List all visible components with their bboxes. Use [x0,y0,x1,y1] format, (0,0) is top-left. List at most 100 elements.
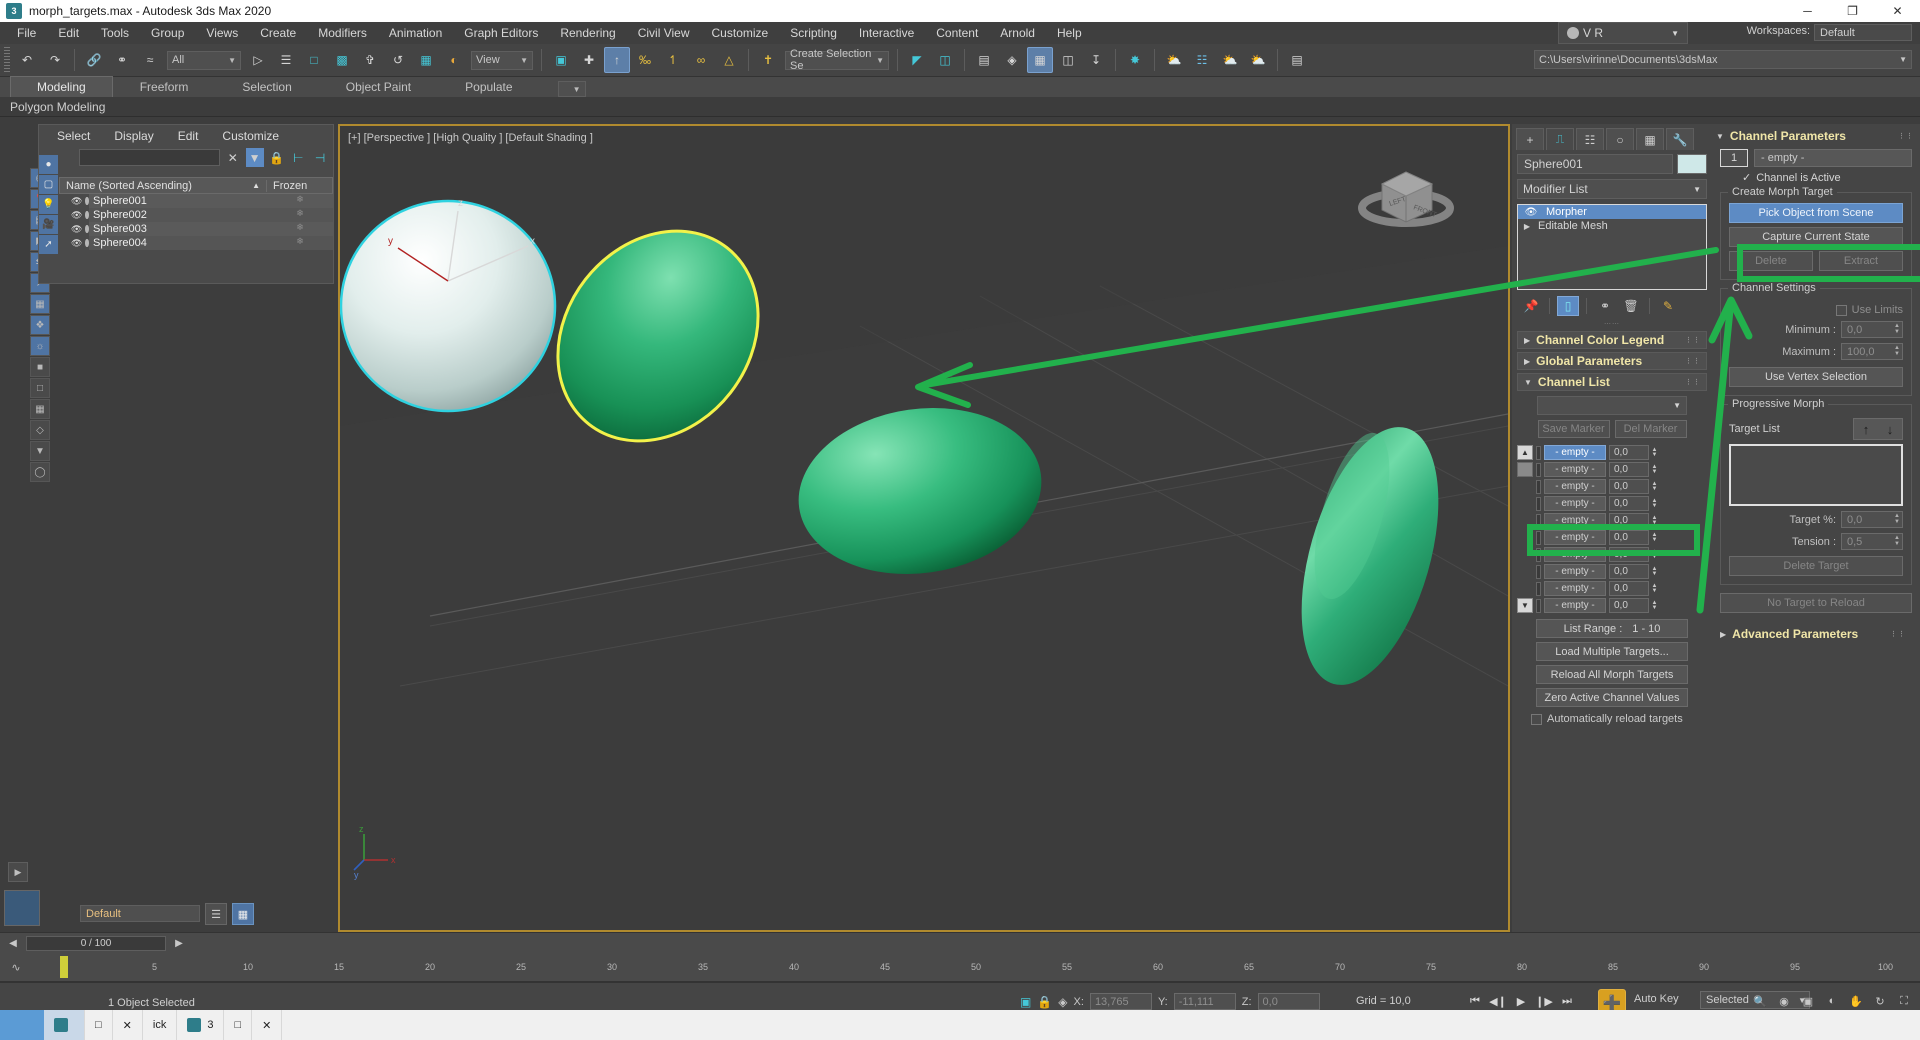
move-target-down-icon[interactable]: ↓ [1878,419,1902,439]
visibility-eye-icon[interactable]: 👁 [71,224,82,235]
filter-lights-icon[interactable]: 💡 [39,195,58,214]
object-name[interactable]: Sphere004 [89,236,267,250]
tab-modeling[interactable]: Modeling [10,76,113,97]
channel-row[interactable]: - empty - 0,0 ▲▼ [1517,478,1707,495]
auto-reload-row[interactable]: Automatically reload targets [1531,713,1707,725]
pan-view-icon[interactable]: ✋ [1846,991,1866,1011]
scroll-down-icon[interactable]: ▼ [1517,598,1533,613]
curve-editor-icon[interactable]: ◈ [999,47,1025,73]
menu-customize[interactable]: Customize [701,23,780,43]
tension-spinner[interactable]: ▲▼ [1894,535,1900,547]
tension-field[interactable]: 0,5 ▲▼ [1841,533,1903,550]
time-prev-icon[interactable]: ◀ [4,935,22,953]
object-name[interactable]: Sphere002 [89,208,267,222]
explorer-menu-select[interactable]: Select [57,129,90,143]
zero-active-channel-values-button[interactable]: Zero Active Channel Values [1536,688,1688,707]
frozen-icon[interactable]: ❄ [267,194,333,208]
go-to-end-icon[interactable]: ⏭ [1557,992,1577,1010]
channel-value[interactable]: 0,0 [1609,598,1649,613]
taskbar-item-restore[interactable]: □ [85,1010,113,1040]
maximum-field[interactable]: 100,0 ▲▼ [1841,343,1903,360]
expand-triangle-icon[interactable]: ▶ [1518,222,1536,231]
tab-motion[interactable]: ○ [1606,128,1634,150]
column-header-frozen[interactable]: Frozen [266,180,332,192]
table-row[interactable]: 👁 Sphere003 ❄ [59,222,333,236]
channel-row[interactable]: - empty - 0,0 ▲▼ [1517,461,1707,478]
render-setup-icon[interactable]: ☷ [1189,47,1215,73]
tab-utilities[interactable]: 🔧 [1666,128,1694,150]
minimum-field[interactable]: 0,0 ▲▼ [1841,321,1903,338]
channel-value[interactable]: 0,0 [1609,513,1649,528]
placement-tool-icon[interactable]: ◐ [441,47,467,73]
scroll-up-icon[interactable]: ▲ [1517,445,1533,460]
table-row[interactable]: 👁 Sphere004 ❄ [59,236,333,250]
layer-list-icon[interactable]: ☰ [205,903,227,925]
tool-snapshot-icon[interactable]: ❖ [30,315,50,335]
menu-content[interactable]: Content [925,23,989,43]
project-path-field[interactable]: C:\Users\virinne\Documents\3dsMax ▼ [1534,50,1912,69]
modifier-stack[interactable]: 👁 Morpher ▶ Editable Mesh [1517,204,1707,290]
panel-drag-handle[interactable]: ⋯⋯ [1512,320,1712,328]
channel-name[interactable]: - empty - [1544,513,1606,528]
target-pct-spinner[interactable]: ▲▼ [1894,513,1900,525]
lock-icon[interactable]: 🔒 [268,148,286,167]
modifier-stack-item-morpher[interactable]: 👁 Morpher [1518,205,1706,219]
channel-spinner[interactable]: ▲▼ [1650,564,1659,579]
menu-file[interactable]: File [6,23,47,43]
channel-row[interactable]: ▼ - empty - 0,0 ▲▼ [1517,597,1707,614]
configure-modifier-sets-icon[interactable]: ✎ [1657,296,1679,316]
object-name[interactable]: Sphere001 [89,194,267,208]
clear-search-icon[interactable]: ✕ [224,148,242,167]
channel-value[interactable]: 0,0 [1609,496,1649,511]
angle-snap-icon[interactable]: ↑ [604,47,630,73]
rollout-channel-color-legend[interactable]: ▶ Channel Color Legend ⋮⋮ [1517,331,1707,349]
explorer-menu-customize[interactable]: Customize [222,129,279,143]
selection-lock-target-icon[interactable]: ▣ [1020,995,1031,1009]
play-animation-icon[interactable]: ▶ [1511,992,1531,1010]
rollout-global-parameters[interactable]: ▶ Global Parameters ⋮⋮ [1517,352,1707,370]
frozen-icon[interactable]: ❄ [267,236,333,250]
close-button[interactable]: ✕ [1875,0,1920,22]
show-end-result-icon[interactable]: ▯ [1557,296,1579,316]
modifier-stack-item-editable-mesh[interactable]: ▶ Editable Mesh [1518,219,1706,233]
ribbon-options-combo[interactable]: ▼ [558,81,586,97]
material-name-combo[interactable]: Default [80,905,200,922]
channel-row[interactable]: - empty - 0,0 ▲▼ [1517,546,1707,563]
mirror-icon[interactable]: △ [716,47,742,73]
channel-spinner[interactable]: ▲▼ [1650,445,1659,460]
make-unique-icon[interactable]: ⚭ [1594,296,1616,316]
channel-name[interactable]: - empty - [1544,479,1606,494]
tool-grid-icon[interactable]: ▦ [30,294,50,314]
window-crossing-icon[interactable]: ▩ [329,47,355,73]
channel-index-field[interactable]: 1 [1720,149,1748,167]
menu-views[interactable]: Views [195,23,249,43]
minimum-spinner[interactable]: ▲▼ [1894,323,1900,335]
menu-help[interactable]: Help [1046,23,1093,43]
user-account-chip[interactable]: V R ▼ [1558,22,1688,44]
channel-active-row[interactable]: ✓ Channel is Active [1742,171,1912,184]
maximize-button[interactable]: ❐ [1830,0,1875,22]
tool-shape-icon[interactable]: ◯ [30,462,50,482]
channel-row[interactable]: - empty - 0,0 ▲▼ [1517,580,1707,597]
channel-spinner[interactable]: ▲▼ [1650,598,1659,613]
progressive-target-list[interactable] [1729,444,1903,506]
tab-freeform[interactable]: Freeform [113,76,216,97]
table-row[interactable]: 👁 Sphere001 ❄ [59,194,333,208]
zoom-all-icon[interactable]: ◉ [1774,991,1794,1011]
rollout-channel-list[interactable]: ▼ Channel List ⋮⋮ [1517,373,1707,391]
pin-stack-icon[interactable]: 📌 [1520,296,1542,316]
undo-icon[interactable]: ↶ [14,47,40,73]
menu-rendering[interactable]: Rendering [549,23,626,43]
channel-value[interactable]: 0,0 [1609,547,1649,562]
tab-object-paint[interactable]: Object Paint [319,76,438,97]
channel-row[interactable]: - empty - 0,0 ▲▼ [1517,512,1707,529]
marker-combo[interactable]: ▼ [1537,396,1687,415]
auto-reload-checkbox[interactable] [1531,714,1542,725]
expand-all-icon[interactable]: ⊢ [289,148,307,167]
visibility-eye-icon[interactable]: 👁 [71,210,82,221]
taskbar-item-close[interactable]: ✕ [113,1010,143,1040]
x-field[interactable]: 13,765 [1090,993,1152,1010]
filter-cameras-icon[interactable]: 🎥 [39,215,58,234]
filter-helpers-icon[interactable]: ➚ [39,235,58,254]
y-field[interactable]: -11,111 [1174,993,1236,1010]
